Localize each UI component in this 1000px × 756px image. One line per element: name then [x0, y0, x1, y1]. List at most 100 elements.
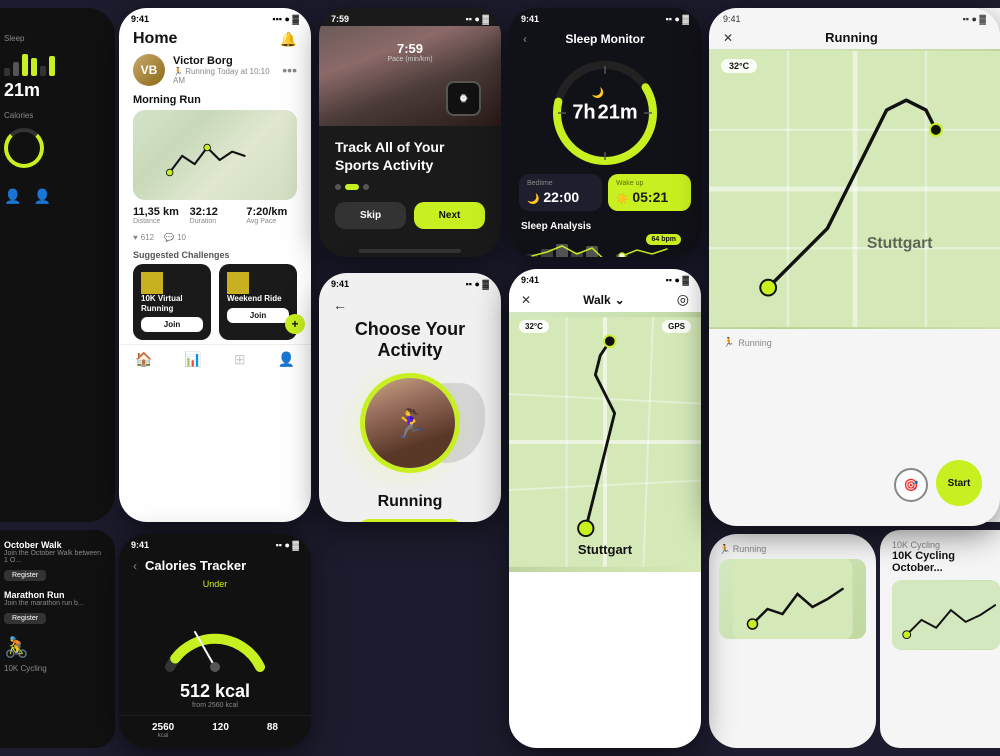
- wakeup-value: ☀️ 05:21: [616, 189, 683, 205]
- challenges-row: 10K Virtual Running Join Weekend Ride Jo…: [119, 264, 311, 340]
- comment-icon: 💬: [164, 233, 174, 242]
- skip-button[interactable]: Skip: [335, 202, 406, 229]
- calories-bottom-stats: 2560 kcal 120 88: [119, 715, 311, 745]
- sleep-analysis-title: Sleep Analysis: [509, 217, 701, 234]
- challenge-card-1: 10K Virtual Running Join: [133, 264, 211, 340]
- cal-stat-3: 88: [267, 722, 278, 739]
- runner-emoji: 🏃‍♀️: [393, 407, 428, 440]
- running-map: Stuttgart 32°C: [709, 49, 1000, 329]
- bottom-nav: 🏠 📊 ⊞ 👤: [119, 344, 311, 374]
- home-indicator: [359, 249, 461, 253]
- register-button-2[interactable]: Register: [4, 613, 46, 624]
- dot-3: [363, 184, 369, 190]
- cta-buttons: Skip Next: [335, 202, 485, 229]
- cycling-icon: 🚴: [4, 637, 29, 659]
- event-sub-1: Join the October Walk between 1 O...: [4, 550, 105, 564]
- run-icon: 🏃: [723, 337, 734, 348]
- calories-header: ‹ Calories Tracker: [119, 552, 311, 579]
- event-sub-2: Join the marathon run b...: [4, 600, 105, 607]
- challenge-name-2: Weekend Ride: [227, 294, 289, 304]
- status-icons-home: ▪▪▪ ● ▓: [272, 14, 299, 24]
- running-partial-label: 🏃 Running: [719, 544, 866, 555]
- phone-running: 9:41 ▪▪ ● ▓ ✕ Running Stuttgart: [709, 8, 1000, 526]
- challenge-name-1: 10K Virtual Running: [141, 294, 203, 313]
- next-button[interactable]: Next: [414, 202, 485, 229]
- status-icons-walk: ▪▪ ● ▓: [666, 275, 689, 285]
- join-button-1[interactable]: Join: [141, 317, 203, 332]
- partial-nav-person-icon: 👤: [4, 188, 21, 205]
- event-title-1: October Walk: [4, 540, 105, 550]
- track-content: Track All of Your Sports Activity Skip N…: [319, 126, 501, 241]
- target-button[interactable]: 🎯: [894, 468, 928, 502]
- nav-profile-icon[interactable]: 👤: [278, 351, 295, 368]
- calories-back-icon[interactable]: ‹: [133, 559, 137, 573]
- nav-home-icon[interactable]: 🏠: [135, 351, 152, 368]
- runner-image: 🏃‍♀️: [365, 378, 455, 468]
- kcal-sub: from 2560 kcal: [119, 702, 311, 709]
- pace-label: Pace (min/km): [387, 56, 432, 63]
- running-close-icon[interactable]: ✕: [723, 31, 733, 45]
- status-time-walk: 9:41: [521, 275, 539, 285]
- status-icons-running: ▪▪ ● ▓: [963, 14, 986, 24]
- nav-grid-icon[interactable]: ⊞: [234, 351, 246, 368]
- sleep-header: ‹ Sleep Monitor: [509, 26, 701, 52]
- status-bar-walk: 9:41 ▪▪ ● ▓: [509, 269, 701, 287]
- walk-mode-selector[interactable]: Walk ⌄: [583, 293, 625, 307]
- duration-label: Duration: [190, 218, 241, 225]
- running-temp: 32°C: [721, 59, 757, 73]
- dot-2-active: [345, 184, 359, 190]
- set-target-button[interactable]: 🎯 Set target ›: [357, 519, 463, 522]
- bell-icon[interactable]: 🔔: [280, 31, 297, 48]
- status-time-track: 7:59: [331, 14, 349, 24]
- fab-add-button[interactable]: +: [285, 314, 305, 334]
- wakeup-label: Wake up: [616, 180, 683, 187]
- status-bar-activity: 9:41 ▪▪ ● ▓: [319, 273, 501, 291]
- city-label: Stuttgart: [578, 542, 632, 557]
- phone-track-sports: 7:59 ▪▪ ● ▓ 7:59 Pace (min/km) ⌚ Track A…: [319, 8, 501, 257]
- more-options-icon[interactable]: •••: [282, 62, 297, 78]
- walk-target-icon[interactable]: ◎: [677, 291, 689, 308]
- runner-hero-bg: 7:59 Pace (min/km) ⌚: [319, 26, 501, 126]
- phone-bottom-running-partial: 🏃 Running: [709, 534, 876, 748]
- phone-walk-map: 9:41 ▪▪ ● ▓ ✕ Walk ⌄ ◎: [509, 269, 701, 748]
- stat2-value: 120: [212, 722, 229, 733]
- under-label: Under: [119, 579, 311, 589]
- activity-header: ←: [319, 291, 501, 319]
- partial-sleep-label: Sleep: [4, 34, 24, 43]
- sleep-clock: 🌙 7h 21m: [550, 58, 660, 168]
- suggested-challenges-title: Suggested Challenges: [119, 246, 311, 264]
- svg-text:🌙: 🌙: [592, 86, 604, 99]
- stat1-label: kcal: [152, 733, 174, 739]
- bedtime-row: Bedtime 🌙 22:00 Wake up ☀️ 05:21: [519, 174, 691, 211]
- sleep-duration: 7h 21m: [572, 102, 637, 125]
- bedtime-value: 🌙 22:00: [527, 189, 594, 205]
- running-icon: 🏃: [173, 67, 183, 76]
- join-button-2[interactable]: Join: [227, 308, 289, 323]
- phone-calories-tracker: 9:41 ▪▪ ● ▓ ‹ Calories Tracker Under 512…: [119, 534, 311, 748]
- status-bar-running: 9:41 ▪▪ ● ▓: [709, 8, 1000, 26]
- start-button[interactable]: Start: [936, 460, 982, 506]
- nav-chart-icon[interactable]: 📊: [184, 351, 201, 368]
- pace-value: 7:20/km: [246, 206, 297, 218]
- status-time-running: 9:41: [723, 14, 741, 24]
- walk-close-icon[interactable]: ✕: [521, 293, 531, 307]
- sleep-back-icon[interactable]: ‹: [523, 32, 527, 46]
- partial-big-num: 21m: [4, 80, 40, 100]
- bedtime-card: Bedtime 🌙 22:00: [519, 174, 602, 211]
- phone-bottom-left: October Walk Join the October Walk betwe…: [0, 530, 115, 748]
- activity-main: Choose Your Activity 🏃‍♀️ Running 🎯 Set …: [319, 319, 501, 522]
- cycling-partial-title: 10K Cycling October...: [892, 550, 1000, 574]
- running-partial-svg: [719, 559, 866, 639]
- register-button-1[interactable]: Register: [4, 570, 46, 581]
- moon-icon: 🌙: [527, 194, 539, 205]
- likes-count: ♥ 612: [133, 233, 154, 242]
- route-svg: [153, 130, 253, 190]
- activity-back-icon[interactable]: ←: [333, 297, 347, 313]
- avatar-initials: VB: [141, 63, 158, 77]
- status-bar-track: 7:59 ▪▪ ● ▓: [319, 8, 501, 26]
- avatar: VB: [133, 54, 165, 86]
- user-name: Victor Borg: [173, 55, 274, 67]
- phone-bottom-right: 10K Cycling 10K Cycling October...: [880, 530, 1000, 748]
- walk-map-svg: [509, 312, 701, 572]
- cycling-partial-label: 10K Cycling: [892, 540, 1000, 550]
